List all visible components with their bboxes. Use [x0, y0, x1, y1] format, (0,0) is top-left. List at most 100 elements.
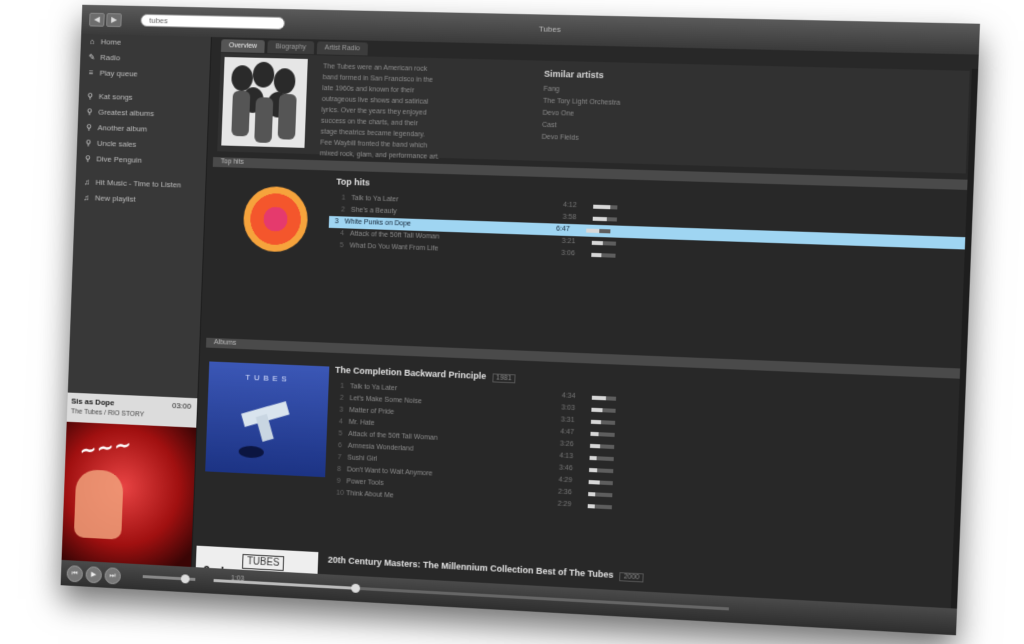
now-playing-artist[interactable]: The Tubes / RIO STORY — [71, 408, 145, 418]
track-duration: 3:03 — [561, 402, 575, 415]
similar-artists: Similar artists Fang The Tory Light Orche… — [541, 69, 621, 146]
popularity-bar — [588, 504, 612, 509]
track-number: 1 — [340, 381, 344, 393]
album-title-text[interactable]: The Completion Backward Principle — [335, 365, 486, 381]
popularity-bar — [589, 480, 613, 485]
sidebar-search-label: Uncle sales — [97, 136, 137, 153]
popularity-bar — [589, 468, 613, 473]
track-number: 10 — [336, 488, 344, 500]
popularity-bar — [592, 241, 616, 246]
popularity-fill — [586, 229, 599, 233]
artist-header: The Tubes were an American rock band form… — [217, 53, 970, 174]
album-art-band-text: TUBES — [245, 373, 291, 384]
album-block: The Completion Backward Principle 1981 1 T… — [330, 365, 959, 531]
popularity-bar — [590, 444, 614, 449]
now-playing-panel: Sis as Dope 03:00 The Tubes / RIO STORY … — [62, 393, 198, 567]
sidebar-playlist-item[interactable]: ♫ New playlist — [75, 190, 205, 210]
album-year-badge: 1981 — [492, 373, 516, 383]
home-icon: ⌂ — [88, 34, 96, 50]
track-number: 5 — [340, 240, 344, 252]
search-icon: ⚲ — [86, 89, 94, 105]
similar-artist-link[interactable]: Devo Fields — [541, 132, 619, 146]
previous-button[interactable]: ⏮ — [66, 565, 83, 582]
track-duration: 3:31 — [561, 414, 575, 427]
top-hits-list: Top hits 1 Talk to Ya Later 4:12 2 She's a B… — [334, 177, 967, 275]
track-number: 2 — [340, 393, 344, 405]
popularity-fill — [593, 205, 610, 210]
popularity-bar — [591, 420, 615, 425]
window-title: Tubes — [539, 24, 561, 34]
track-number: 7 — [337, 452, 341, 464]
popularity-fill — [588, 504, 595, 508]
track-number: 3 — [335, 216, 339, 228]
search-icon: ⚲ — [86, 104, 94, 120]
search-input[interactable]: tubes — [140, 14, 285, 30]
popularity-bar — [589, 456, 613, 461]
track-duration: 3:46 — [559, 463, 573, 476]
track-number: 4 — [339, 416, 343, 428]
track-duration: 2:36 — [558, 487, 572, 500]
track-number: 6 — [338, 440, 342, 452]
album-cover-art[interactable]: TUBES — [205, 361, 329, 477]
track-name[interactable]: What Do You Want From Life — [349, 240, 438, 255]
track-number: 2 — [341, 204, 345, 216]
page: ◀ ▶ tubes Tubes ⌂ Home ✎ Radio ≡ Play queue ⚲… — [0, 0, 1024, 644]
track-duration: 4:47 — [560, 426, 574, 439]
seek-knob[interactable] — [351, 584, 360, 593]
popularity-bar — [588, 492, 612, 497]
top-hits-cover-art[interactable] — [242, 186, 308, 253]
sidebar-search-label: Another album — [97, 120, 147, 137]
sidebar-item-play-queue[interactable]: ≡ Play queue — [79, 65, 209, 84]
now-playing-title[interactable]: Sis as Dope — [71, 397, 114, 408]
track-name[interactable]: Think About Me — [346, 488, 394, 502]
search-icon: ⚲ — [84, 151, 92, 167]
popularity-fill — [589, 456, 596, 460]
track-duration: 3:21 — [561, 236, 575, 249]
track-number: 3 — [339, 405, 343, 417]
app-window: ◀ ▶ tubes Tubes ⌂ Home ✎ Radio ≡ Play queue ⚲… — [61, 5, 980, 636]
popularity-fill — [589, 468, 598, 472]
track-duration: 4:34 — [562, 390, 576, 403]
popularity-bar — [591, 253, 615, 258]
seek-progress — [214, 579, 355, 590]
track-number: 8 — [337, 464, 341, 476]
track-number: 9 — [336, 476, 340, 488]
tab-artist-radio[interactable]: Artist Radio — [316, 41, 367, 55]
artist-bio: The Tubes were an American rock band form… — [320, 61, 521, 165]
popularity-fill — [591, 253, 601, 257]
track-duration: 3:58 — [562, 212, 576, 224]
play-button[interactable]: ▶ — [85, 566, 102, 583]
volume-knob[interactable] — [181, 574, 190, 583]
sidebar-playlist-label: New playlist — [95, 191, 136, 208]
now-playing-cover-art[interactable]: ~~~ — [62, 422, 197, 567]
tab-biography[interactable]: Biography — [267, 40, 314, 54]
popularity-fill — [590, 432, 599, 436]
sidebar-item-label: Radio — [100, 50, 120, 66]
popularity-fill — [593, 217, 608, 221]
playlist-icon: ♫ — [82, 190, 90, 206]
next-button[interactable]: ⏭ — [104, 567, 121, 584]
sidebar-search-label: Greatest albums — [98, 105, 154, 122]
track-duration: 4:13 — [559, 451, 573, 464]
popularity-fill — [591, 420, 601, 424]
cover-scribble: ~~~ — [78, 432, 133, 464]
play-queue-icon: ≡ — [87, 65, 95, 81]
forward-button[interactable]: ▶ — [106, 13, 122, 27]
popularity-bar — [586, 229, 610, 234]
similar-artists-title: Similar artists — [544, 69, 622, 81]
track-number: 1 — [341, 193, 345, 205]
popularity-fill — [592, 241, 603, 245]
sidebar-search-label: Dive Penguin — [96, 152, 142, 169]
search-icon: ⚲ — [85, 120, 93, 136]
playlist-icon: ♫ — [83, 175, 91, 191]
volume-slider[interactable] — [143, 575, 196, 581]
popularity-bar — [591, 408, 615, 413]
album2-art-text-2: TUBES — [242, 554, 284, 571]
sidebar-item-label: Home — [101, 34, 122, 50]
track-duration: 2:29 — [557, 499, 571, 512]
track-duration: 6:47 — [556, 224, 570, 236]
tab-overview[interactable]: Overview — [221, 39, 265, 53]
sidebar-search-label: Kat songs — [98, 89, 132, 106]
back-button[interactable]: ◀ — [89, 13, 105, 27]
popularity-fill — [588, 492, 595, 496]
